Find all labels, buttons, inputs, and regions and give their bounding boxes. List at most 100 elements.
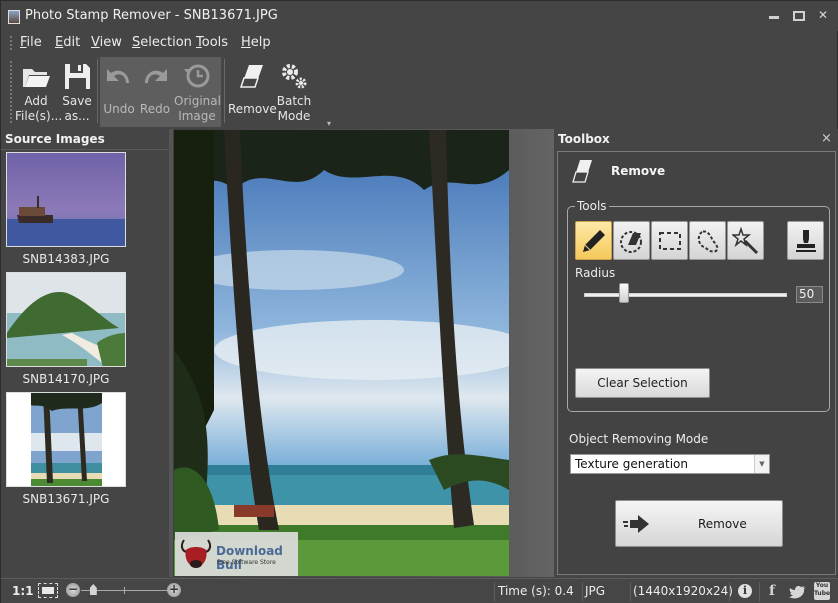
lasso-tool-button[interactable]	[689, 221, 726, 260]
thumbnail-filename: SNB14170.JPG	[22, 372, 110, 386]
toolbox-title: Toolbox	[558, 132, 610, 146]
menu-accel: E	[55, 35, 64, 50]
zoom-out-button[interactable]: −	[66, 583, 80, 597]
menu-label: ile	[26, 35, 42, 50]
radius-value-field[interactable]: 50	[796, 286, 823, 303]
status-separator	[630, 582, 631, 602]
toolbar-separator	[97, 59, 98, 123]
stamp-tool-button[interactable]	[787, 221, 824, 260]
gears-icon	[282, 64, 307, 89]
batch-mode-button[interactable]: Batch Mode	[276, 55, 312, 125]
object-removing-mode-select[interactable]: Texture generation ▼	[570, 454, 770, 474]
toolbar-overflow-button[interactable]: ▾	[327, 119, 331, 128]
menu-label: elp	[250, 35, 271, 50]
thumbnail-item[interactable]: SNB14170.JPG	[6, 272, 126, 386]
history-clock-icon	[184, 64, 210, 88]
image-canvas[interactable]: Download Bull Free Software Store	[173, 129, 554, 577]
facebook-icon[interactable]: f	[769, 583, 775, 599]
menu-label: dit	[63, 35, 81, 50]
zoom-slider-thumb[interactable]	[89, 584, 97, 595]
status-separator	[582, 582, 583, 602]
image-format: JPG	[585, 584, 606, 598]
save-as-button[interactable]: Save as...	[61, 55, 93, 125]
pencil-icon	[583, 230, 605, 252]
toolbar-grip[interactable]	[10, 61, 12, 123]
clear-selection-button[interactable]: Clear Selection	[575, 368, 710, 398]
twitter-icon[interactable]	[789, 585, 807, 599]
menu-accel: V	[91, 35, 100, 50]
divider	[1, 149, 171, 150]
add-files-label-2: File(s)...	[15, 109, 63, 123]
menu-tools[interactable]: Tools	[196, 35, 228, 50]
radius-slider-thumb[interactable]	[618, 283, 629, 303]
status-separator	[494, 582, 495, 602]
original-image-button[interactable]: Original Image	[174, 55, 221, 125]
toolbar: Add File(s)... Save as... Undo Redo Orig…	[1, 55, 838, 128]
save-as-label-2: as...	[64, 109, 90, 123]
thumbnail-item[interactable]: SNB14383.JPG	[6, 152, 126, 266]
selection-eraser-icon	[620, 231, 642, 253]
batch-mode-label-1: Batch	[276, 94, 312, 108]
undo-button[interactable]: Undo	[102, 55, 136, 125]
remove-toolbar-button[interactable]: Remove	[228, 55, 277, 125]
undo-icon	[107, 69, 129, 83]
tools-group-label: Tools	[575, 199, 609, 213]
maximize-button[interactable]	[789, 7, 807, 23]
rectangle-select-tool-button[interactable]	[651, 221, 688, 260]
thumbnail-image	[6, 272, 126, 367]
zoom-in-button[interactable]: +	[167, 583, 181, 597]
redo-button[interactable]: Redo	[138, 55, 172, 125]
menu-label: ools	[201, 35, 229, 50]
source-images-title: Source Images	[5, 132, 105, 146]
original-image-label-2: Image	[178, 109, 216, 123]
batch-mode-label-2: Mode	[277, 109, 311, 123]
menu-label: election	[140, 35, 192, 50]
selection-eraser-tool-button[interactable]	[613, 221, 650, 260]
brush-tool-button[interactable]	[575, 221, 612, 260]
remove-button[interactable]: Remove	[615, 500, 783, 547]
magic-wand-tool-button[interactable]	[727, 221, 764, 260]
app-window: Photo Stamp Remover - SNB13671.JPG ✕ Fil…	[0, 0, 838, 603]
toolbox-mode-title: Remove	[611, 164, 666, 178]
menu-edit[interactable]: Edit	[55, 35, 80, 50]
thumbnail-item[interactable]: SNB13671.JPG	[6, 392, 126, 506]
toolbox-close-button[interactable]: ×	[821, 131, 832, 146]
floppy-disk-icon	[65, 64, 90, 89]
toolbar-separator	[224, 59, 225, 123]
eraser-icon	[572, 160, 592, 183]
thumbnail-image	[6, 152, 126, 247]
add-files-button[interactable]: Add File(s)...	[15, 55, 63, 125]
minimize-button[interactable]	[765, 7, 783, 23]
watermark-logo: Download Bull Free Software Store	[175, 532, 298, 576]
menu-view[interactable]: View	[91, 35, 122, 50]
redo-icon	[145, 69, 167, 83]
menu-grip[interactable]	[10, 36, 12, 50]
bull-logo-icon	[180, 539, 212, 568]
lasso-icon	[697, 230, 719, 253]
chevron-down-icon[interactable]: ▼	[754, 455, 769, 473]
zoom-slider-tick	[124, 587, 125, 594]
thumbnail-filename: SNB14383.JPG	[22, 252, 110, 266]
photo-preview[interactable]: Download Bull Free Software Store	[174, 130, 509, 576]
info-icon[interactable]: i	[738, 584, 752, 598]
watermark-subtitle: Free Software Store	[217, 559, 276, 566]
close-button[interactable]: ✕	[814, 7, 832, 23]
eraser-icon	[239, 65, 263, 88]
radius-slider-track[interactable]	[584, 293, 787, 297]
menu-file[interactable]: File	[20, 35, 42, 50]
menu-help[interactable]: Help	[241, 35, 271, 50]
fit-to-window-icon[interactable]	[38, 583, 58, 598]
tools-group: Tools Radius 50 Clear Selection	[567, 199, 830, 412]
youtube-icon[interactable]: You Tube	[814, 582, 830, 600]
thumbnail-filename: SNB13671.JPG	[22, 492, 110, 506]
object-removing-mode-label: Object Removing Mode	[569, 432, 709, 446]
title-bar: Photo Stamp Remover - SNB13671.JPG ✕	[1, 1, 838, 31]
watermark-title: Download Bull	[216, 544, 283, 572]
menu-selection[interactable]: Selection	[132, 35, 192, 50]
actual-size-button[interactable]: 1:1	[12, 584, 34, 598]
window-title: Photo Stamp Remover - SNB13671.JPG	[25, 8, 278, 23]
processing-time: Time (s): 0.4	[498, 584, 574, 598]
magic-wand-icon	[732, 227, 759, 255]
remove-toolbar-label: Remove	[228, 102, 277, 116]
radius-label: Radius	[575, 266, 616, 280]
